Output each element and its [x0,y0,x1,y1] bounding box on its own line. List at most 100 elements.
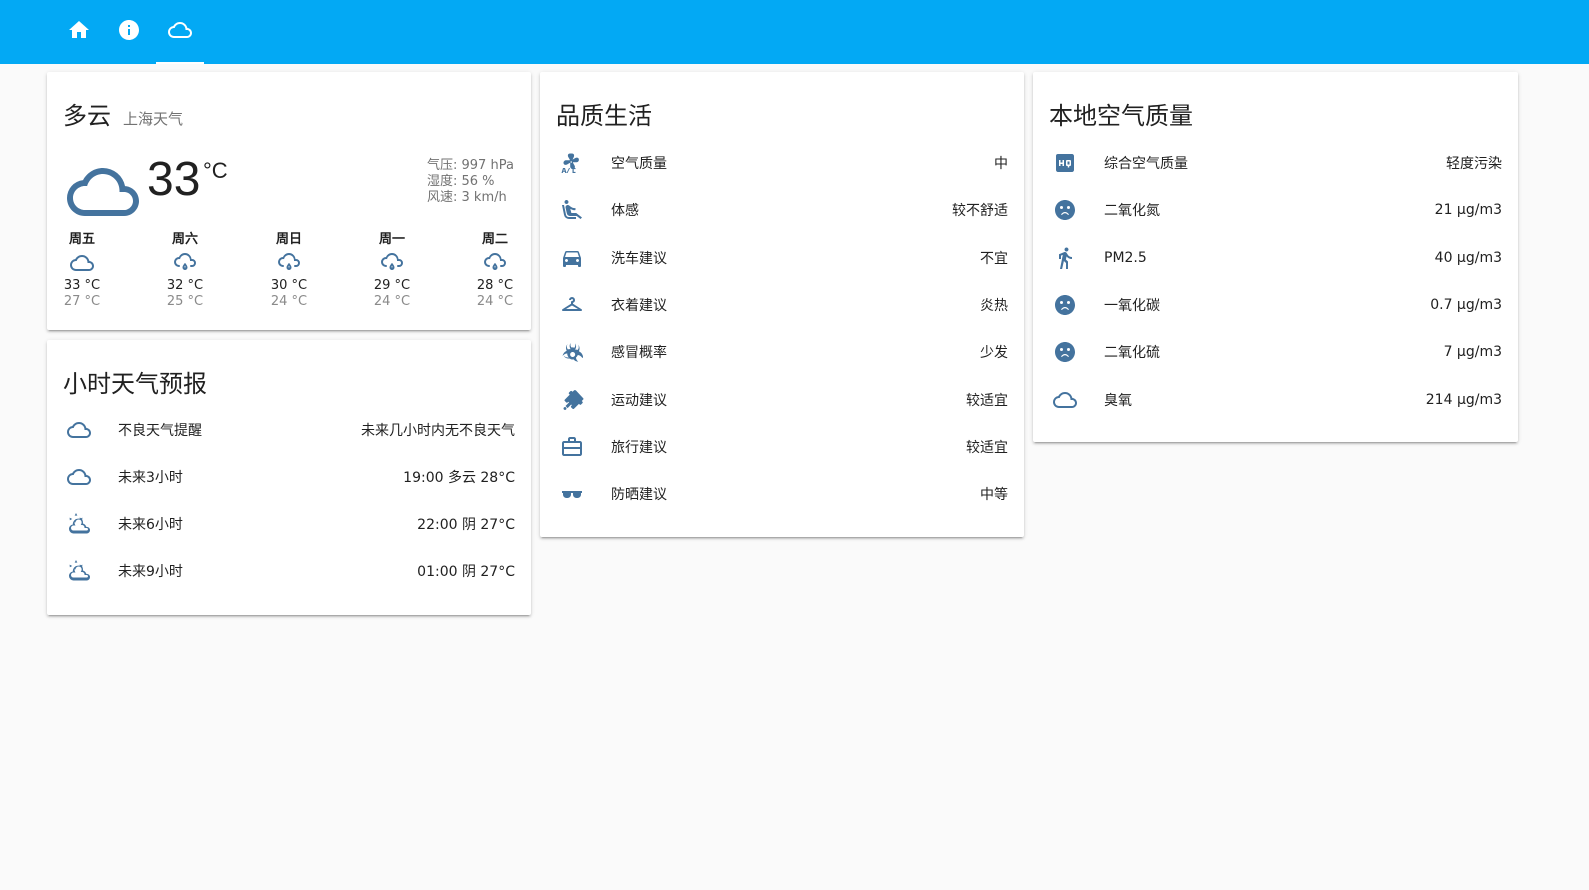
forecast-day: 周日 30 °C 24 °C [259,230,319,310]
forecast-low: 24 °C [373,294,411,309]
entity-row[interactable]: 体感 较不舒适 [556,190,1008,230]
entity-label: 衣着建议 [611,298,667,314]
cloud-icon [1049,380,1089,420]
rain-cloud-icon [259,250,319,276]
entity-row[interactable]: 空气质量 中 [556,143,1008,183]
entity-label: 未来9小时 [118,564,183,580]
tab-home[interactable] [55,0,103,64]
entity-value: 较适宜 [966,440,1008,456]
weather-card: 多云 上海天气 33 °C 气压: 997 hPa 湿度: 56 % 风速: 3 … [47,72,531,330]
entity-label: 不良天气提醒 [118,423,202,439]
info-icon [117,18,141,46]
entity-value: 22:00 阴 27°C [417,517,515,533]
entity-value: 21 μg/m3 [1434,202,1502,218]
entity-label: 未来6小时 [118,517,183,533]
forecast-high: 33 °C [63,278,101,293]
forecast-day-name: 周五 [68,232,95,247]
entity-row[interactable]: 衣着建议 炎热 [556,285,1008,325]
cloud-icon [63,457,103,497]
briefcase-icon [556,427,596,467]
forecast-high: 28 °C [476,278,514,293]
tab-weather[interactable] [156,0,204,64]
forecast-day: 周一 29 °C 24 °C [362,230,422,310]
forecast-low: 27 °C [63,294,101,309]
rain-cloud-icon [155,250,215,276]
car-icon [556,238,596,278]
entity-label: 洗车建议 [611,251,667,267]
entity-value: 少发 [980,345,1008,361]
entity-row[interactable]: 旅行建议 较适宜 [556,427,1008,467]
forecast-day: 周五 33 °C 27 °C [52,230,112,310]
forecast-day-name: 周二 [481,232,508,247]
partly-cloudy-icon [63,504,103,544]
entity-value: 炎热 [980,298,1008,314]
entity-row[interactable]: 二氧化氮 21 μg/m3 [1049,190,1502,230]
home-icon [67,18,91,46]
entity-value: 40 μg/m3 [1434,250,1502,266]
forecast-high: 29 °C [373,278,411,293]
entity-label: 空气质量 [611,156,667,172]
entity-value: 中 [994,156,1008,172]
cloud-icon [63,410,103,450]
quality-life-card: 品质生活 空气质量 中 体感 较不舒适 洗车建议 不宜 衣着建议 炎热 感冒概率… [540,72,1024,537]
sad-face-icon [1049,190,1089,230]
entity-label: 防晒建议 [611,487,667,503]
entity-label: 二氧化氮 [1104,203,1160,219]
partly-cloudy-icon [63,551,103,591]
forecast: 周五 33 °C 27 °C 周六 32 °C 25 °C 周日 30 °C 2… [47,230,533,320]
tab-info[interactable] [105,0,153,64]
entity-label: PM2.5 [1104,250,1147,266]
entity-row[interactable]: 二氧化硫 7 μg/m3 [1049,332,1502,372]
forecast-low: 25 °C [166,294,204,309]
weather-location: 上海天气 [123,110,184,128]
entity-row[interactable]: 未来3小时 19:00 多云 28°C [63,457,515,497]
rain-cloud-icon [465,250,525,276]
entity-row[interactable]: 运动建议 较适宜 [556,380,1008,420]
cloud-icon [168,18,192,46]
entity-row[interactable]: PM2.5 40 μg/m3 [1049,238,1502,278]
entity-row[interactable]: 综合空气质量 轻度污染 [1049,143,1502,183]
entity-row[interactable]: 不良天气提醒 未来几小时内无不良天气 [63,410,515,450]
entity-value: 0.7 μg/m3 [1430,297,1502,313]
entity-label: 臭氧 [1104,393,1132,409]
weather-condition: 多云 [63,102,111,130]
entity-row[interactable]: 防晒建议 中等 [556,474,1008,514]
air-conditioner-icon [556,143,596,183]
biohazard-icon [556,332,596,372]
forecast-day-name: 周日 [275,232,302,247]
forecast-day: 周六 32 °C 25 °C [155,230,215,310]
wind-speed: 风速: 3 km/h [427,190,507,205]
card-title: 小时天气预报 [63,370,207,398]
entity-label: 旅行建议 [611,440,667,456]
forecast-high: 30 °C [270,278,308,293]
entity-value: 较适宜 [966,393,1008,409]
entity-label: 运动建议 [611,393,667,409]
entity-value: 7 μg/m3 [1443,344,1502,360]
entity-row[interactable]: 感冒概率 少发 [556,332,1008,372]
weather-attributes: 气压: 997 hPa 湿度: 56 % 风速: 3 km/h [427,158,514,206]
entity-label: 一氧化碳 [1104,298,1160,314]
top-app-bar [0,0,1589,64]
forecast-low: 24 °C [270,294,308,309]
entity-value: 214 μg/m3 [1425,392,1502,408]
entity-row[interactable]: 臭氧 214 μg/m3 [1049,380,1502,420]
sad-face-icon [1049,285,1089,325]
hourly-forecast-card: 小时天气预报 不良天气提醒 未来几小时内无不良天气 未来3小时 19:00 多云… [47,340,531,615]
entity-value: 01:00 阴 27°C [417,564,515,580]
rain-cloud-icon [362,250,422,276]
entity-row[interactable]: 洗车建议 不宜 [556,238,1008,278]
entity-value: 轻度污染 [1446,156,1502,172]
entity-row[interactable]: 未来6小时 22:00 阴 27°C [63,504,515,544]
entity-row[interactable]: 一氧化碳 0.7 μg/m3 [1049,285,1502,325]
temperature-unit: °C [203,158,228,183]
entity-label: 未来3小时 [118,470,183,486]
card-title: 品质生活 [556,102,652,130]
entity-label: 感冒概率 [611,345,667,361]
entity-value: 未来几小时内无不良天气 [361,423,515,439]
entity-label: 二氧化硫 [1104,345,1160,361]
forecast-high: 32 °C [166,278,204,293]
pressure: 气压: 997 hPa [427,158,514,173]
seat-recline-icon [556,190,596,230]
entity-row[interactable]: 未来9小时 01:00 阴 27°C [63,551,515,591]
forecast-low: 24 °C [476,294,514,309]
